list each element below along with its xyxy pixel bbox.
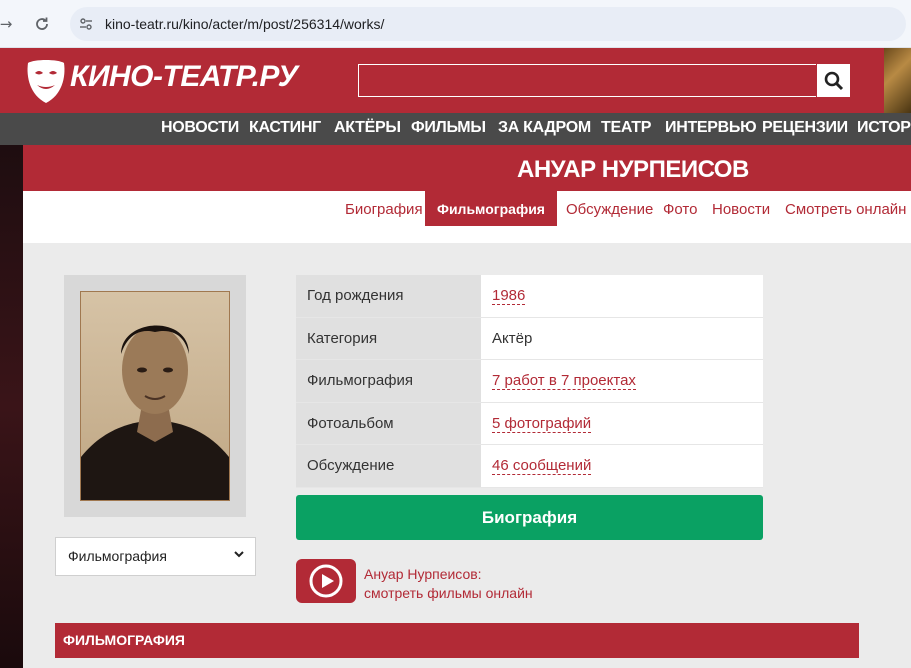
person-tabs: Биография Фильмография Обсуждение Фото Н… [23, 191, 911, 243]
menu-item-theatre[interactable]: ТЕАТР [601, 119, 651, 137]
section-select-value: Фильмография [68, 548, 167, 564]
info-row: Год рождения 1986 [296, 275, 763, 318]
header-banner-image[interactable] [884, 48, 911, 113]
photos-link[interactable]: 5 фотографий [492, 414, 592, 433]
info-value[interactable]: 1986 [481, 275, 763, 317]
info-value[interactable]: 7 работ в 7 проектах [481, 360, 763, 402]
watch-online-block: Ануар Нурпеисов: смотреть фильмы онлайн [296, 559, 596, 605]
info-value[interactable]: 46 сообщений [481, 445, 763, 487]
url-text[interactable]: kino-teatr.ru/kino/acter/m/post/256314/w… [105, 16, 384, 32]
menu-item-films[interactable]: ФИЛЬМЫ [411, 119, 486, 137]
info-label: Год рождения [296, 275, 481, 317]
main-content: Фильмография Год рождения 1986 Категория… [23, 243, 911, 668]
info-label: Категория [296, 317, 481, 360]
menu-item-behind-scenes[interactable]: ЗА КАДРОМ [498, 119, 591, 137]
search-icon [824, 71, 843, 90]
info-label: Обсуждение [296, 445, 481, 487]
tab-filmography[interactable]: Фильмография [425, 191, 557, 226]
play-icon [309, 564, 343, 598]
site-settings-icon[interactable] [78, 16, 94, 32]
main-menu: НОВОСТИ КАСТИНГ АКТЁРЫ ФИЛЬМЫ ЗА КАДРОМ … [0, 113, 911, 145]
info-row: Фотоальбом 5 фотографий [296, 402, 763, 446]
site-header: КИНО-ТЕАТР.РУ [0, 48, 911, 113]
menu-item-interviews[interactable]: ИНТЕРВЬЮ [665, 119, 757, 137]
theatre-mask-icon[interactable] [24, 57, 68, 105]
info-label: Фотоальбом [296, 402, 481, 445]
menu-item-history[interactable]: ИСТОРИ [857, 119, 911, 137]
site-logo[interactable]: КИНО-ТЕАТР.РУ [70, 60, 298, 94]
person-name-bar: АНУАР НУРПЕИСОВ [23, 145, 911, 191]
reload-icon[interactable] [30, 12, 54, 36]
info-row: Фильмография 7 работ в 7 проектах [296, 360, 763, 403]
info-value: Актёр [481, 317, 763, 360]
birth-year-link[interactable]: 1986 [492, 287, 526, 305]
info-value[interactable]: 5 фотографий [481, 402, 763, 445]
info-row: Категория Актёр [296, 317, 763, 361]
tab-biography[interactable]: Биография [345, 201, 423, 218]
person-photo[interactable] [80, 291, 230, 501]
comments-link[interactable]: 46 сообщений [492, 457, 592, 476]
menu-item-casting[interactable]: КАСТИНГ [249, 119, 321, 137]
filmography-link[interactable]: 7 работ в 7 проектах [492, 372, 636, 391]
filmography-header-bar: ФИЛЬМОГРАФИЯ [55, 623, 859, 658]
chevron-down-icon [233, 548, 245, 563]
filmography-heading: ФИЛЬМОГРАФИЯ [63, 632, 185, 648]
watch-online-link[interactable]: Ануар Нурпеисов: смотреть фильмы онлайн [364, 565, 533, 603]
address-bar[interactable]: kino-teatr.ru/kino/acter/m/post/256314/w… [70, 7, 906, 41]
tab-watch-online[interactable]: Смотреть онлайн [785, 201, 906, 218]
menu-item-news[interactable]: НОВОСТИ [161, 119, 239, 137]
menu-item-reviews[interactable]: РЕЦЕНЗИИ [762, 119, 848, 137]
tab-photo[interactable]: Фото [663, 201, 697, 218]
forward-arrow-icon[interactable]: → [0, 12, 18, 36]
side-background [0, 145, 23, 668]
search-input[interactable] [358, 64, 816, 97]
section-select[interactable]: Фильмография [55, 537, 256, 576]
watch-line-1[interactable]: Ануар Нурпеисов: [364, 565, 533, 584]
search-button[interactable] [817, 64, 850, 97]
biography-button[interactable]: Биография [296, 495, 763, 540]
info-table: Год рождения 1986 Категория Актёр Фильмо… [296, 275, 763, 488]
tab-news[interactable]: Новости [712, 201, 770, 218]
browser-toolbar: → kino-teatr.ru/kino/acter/m/post/256314… [0, 0, 911, 48]
play-button[interactable] [296, 559, 356, 603]
tab-discussion[interactable]: Обсуждение [566, 201, 653, 218]
info-row: Обсуждение 46 сообщений [296, 445, 763, 488]
menu-item-actors[interactable]: АКТЁРЫ [334, 119, 401, 137]
page-title: АНУАР НУРПЕИСОВ [517, 156, 749, 183]
info-label: Фильмография [296, 360, 481, 402]
photo-frame [64, 275, 246, 517]
watch-line-2[interactable]: смотреть фильмы онлайн [364, 584, 533, 603]
